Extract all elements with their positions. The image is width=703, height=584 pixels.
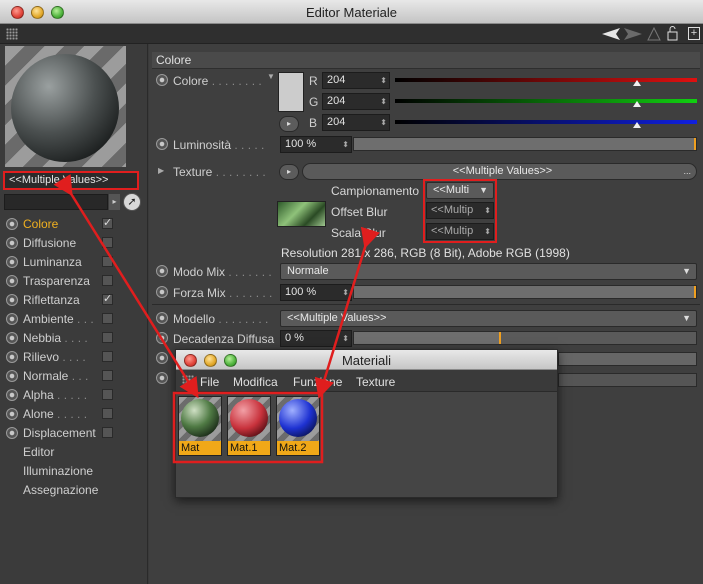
highlight-box-left (3, 171, 139, 190)
highlight-box-materials (172, 391, 324, 464)
annotation-arrow-right (314, 226, 380, 399)
annotation-arrow-left (53, 173, 199, 399)
annotation-overlay (3, 171, 497, 464)
highlight-box-texture (423, 179, 497, 243)
